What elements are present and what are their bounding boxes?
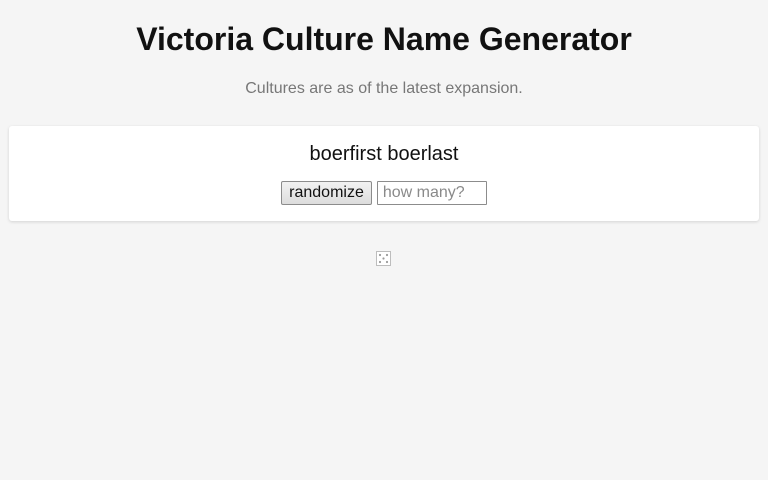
page-subtitle: Cultures are as of the latest expansion. [245, 80, 523, 97]
generator-controls: randomize [9, 181, 759, 205]
page: Victoria Culture Name Generator Cultures… [0, 0, 768, 480]
page-title: Victoria Culture Name Generator [136, 21, 632, 57]
dice-icon[interactable] [376, 251, 391, 266]
how-many-input[interactable] [376, 181, 487, 205]
randomize-button[interactable]: randomize [281, 181, 372, 205]
generated-name: boerfirst boerlast [309, 143, 459, 165]
name-card: boerfirst boerlast randomize [9, 126, 759, 221]
